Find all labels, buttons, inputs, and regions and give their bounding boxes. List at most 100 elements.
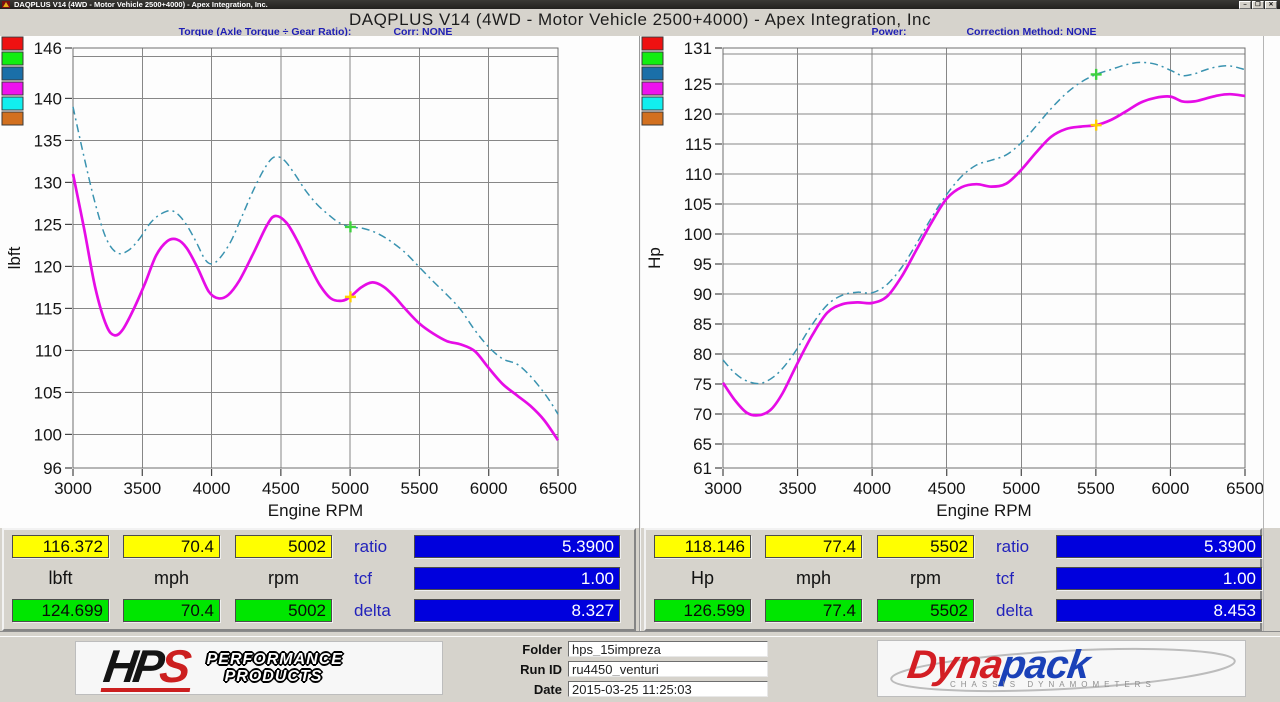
date-label: Date	[500, 682, 562, 697]
torque-readout-panel: 116.372 70.4 5002 ratio 5.3900 lbft mph …	[2, 528, 636, 631]
restore-button[interactable]: ❐	[1252, 1, 1264, 9]
reference-marker[interactable]	[345, 221, 356, 232]
minimize-button[interactable]: –	[1239, 1, 1251, 9]
legend-swatch-2[interactable]	[642, 67, 663, 80]
window-right-edge	[1263, 36, 1264, 631]
x-tick-label: 4500	[262, 479, 300, 498]
current-run-curve	[723, 94, 1245, 415]
gridlines	[73, 48, 558, 468]
y-tick-label: 140	[34, 89, 62, 108]
app-icon	[2, 1, 10, 8]
dynapack-tagline: CHASSIS DYNAMOMETERS	[950, 680, 1156, 689]
y-tick-label: 105	[684, 195, 712, 214]
legend-swatch-0[interactable]	[2, 37, 23, 50]
legend-swatch-5[interactable]	[2, 112, 23, 125]
power-cursor-value: 118.146	[654, 535, 751, 558]
torque-chart[interactable]: 1461401351301251201151101051009630003500…	[0, 36, 640, 528]
run-id-input[interactable]	[568, 661, 768, 677]
run-info-fields: Folder Run ID Date	[500, 639, 768, 699]
torque-chart-panel[interactable]: 1461401351301251201151101051009630003500…	[0, 36, 640, 528]
speed-cursor-value: 77.4	[765, 535, 862, 558]
ratio-value: 5.3900	[1056, 535, 1262, 558]
window-title: DAQPLUS V14 (4WD - Motor Vehicle 2500+40…	[14, 0, 268, 9]
y-tick-label: 135	[34, 131, 62, 150]
rpm-ref-value: 5002	[235, 599, 332, 622]
hps-logo-s: S	[157, 640, 191, 692]
legend-swatch-0[interactable]	[642, 37, 663, 50]
speed-unit-label: mph	[765, 567, 862, 589]
x-tick-label: 5500	[401, 479, 439, 498]
x-tick-label: 6000	[470, 479, 508, 498]
y-tick-label: 115	[35, 299, 62, 318]
rpm-ref-value: 5502	[877, 599, 974, 622]
footer: HPS PERFORMANCE PRODUCTS Folder Run ID D…	[0, 637, 1280, 702]
close-button[interactable]: ✕	[1265, 1, 1277, 9]
rpm-cursor-value: 5502	[877, 535, 974, 558]
x-tick-label: 5500	[1077, 479, 1115, 498]
x-tick-label: 6000	[1152, 479, 1190, 498]
reference-run-curve	[73, 107, 558, 414]
window-titlebar: DAQPLUS V14 (4WD - Motor Vehicle 2500+40…	[0, 0, 1280, 9]
rpm-unit-label: rpm	[235, 567, 332, 589]
legend-swatch-4[interactable]	[2, 97, 23, 110]
power-ref-value: 126.599	[654, 599, 751, 622]
date-input[interactable]	[568, 681, 768, 697]
y-tick-label: 100	[684, 225, 712, 244]
legend-swatch-5[interactable]	[642, 112, 663, 125]
y-tick-label: 115	[685, 135, 712, 154]
y-tick-label: 95	[693, 255, 712, 274]
delta-value: 8.327	[414, 599, 620, 622]
x-tick-label: 4000	[193, 479, 231, 498]
x-tick-label: 4500	[928, 479, 966, 498]
plot-frame	[723, 48, 1245, 468]
folder-input[interactable]	[568, 641, 768, 657]
tcf-value: 1.00	[414, 567, 620, 590]
tcf-label: tcf	[996, 567, 1051, 589]
rpm-unit-label: rpm	[877, 567, 974, 589]
rpm-cursor-value: 5002	[235, 535, 332, 558]
legend-swatch-1[interactable]	[2, 52, 23, 65]
y-tick-label: 110	[685, 165, 712, 184]
legend-swatch-4[interactable]	[642, 97, 663, 110]
power-unit-label: Hp	[654, 567, 751, 589]
delta-label: delta	[996, 599, 1051, 621]
y-axis-title: lbft	[5, 246, 24, 269]
legend-swatch-3[interactable]	[642, 82, 663, 95]
reference-marker[interactable]	[1091, 69, 1102, 80]
delta-label: delta	[354, 599, 409, 621]
hps-logo-hp: HP	[101, 640, 164, 692]
y-tick-label: 130	[34, 173, 62, 192]
power-chart[interactable]: 1311251201151101051009590858075706561300…	[640, 36, 1280, 528]
hps-logo-tagline: PERFORMANCE PRODUCTS	[207, 651, 343, 685]
y-tick-label: 120	[34, 257, 62, 276]
y-tick-label: 85	[693, 315, 712, 334]
hps-performance-text: PERFORMANCE	[207, 651, 343, 668]
x-tick-label: 6500	[1226, 479, 1264, 498]
y-tick-label: 61	[693, 459, 712, 478]
delta-value: 8.453	[1056, 599, 1262, 622]
ratio-label: ratio	[996, 535, 1051, 557]
y-tick-label: 125	[34, 215, 62, 234]
x-tick-label: 3500	[123, 479, 161, 498]
torque-cursor-value: 116.372	[12, 535, 109, 558]
legend-swatch-2[interactable]	[2, 67, 23, 80]
ratio-label: ratio	[354, 535, 409, 557]
x-axis-title: Engine RPM	[268, 501, 363, 520]
y-tick-label: 90	[693, 285, 712, 304]
x-tick-label: 3000	[704, 479, 742, 498]
legend-swatch-3[interactable]	[2, 82, 23, 95]
x-tick-label: 4000	[853, 479, 891, 498]
y-tick-label: 100	[34, 425, 62, 444]
x-axis-title: Engine RPM	[936, 501, 1031, 520]
speed-ref-value: 77.4	[765, 599, 862, 622]
folder-label: Folder	[500, 642, 562, 657]
current-run-curve	[73, 174, 558, 440]
x-tick-label: 3500	[779, 479, 817, 498]
legend-swatch-1[interactable]	[642, 52, 663, 65]
plot-frame	[73, 48, 558, 468]
torque-ref-value: 124.699	[12, 599, 109, 622]
cursor-marker[interactable]	[1091, 120, 1102, 131]
x-tick-label: 5000	[331, 479, 369, 498]
power-chart-panel[interactable]: 1311251201151101051009590858075706561300…	[640, 36, 1280, 528]
y-tick-label: 125	[684, 75, 712, 94]
